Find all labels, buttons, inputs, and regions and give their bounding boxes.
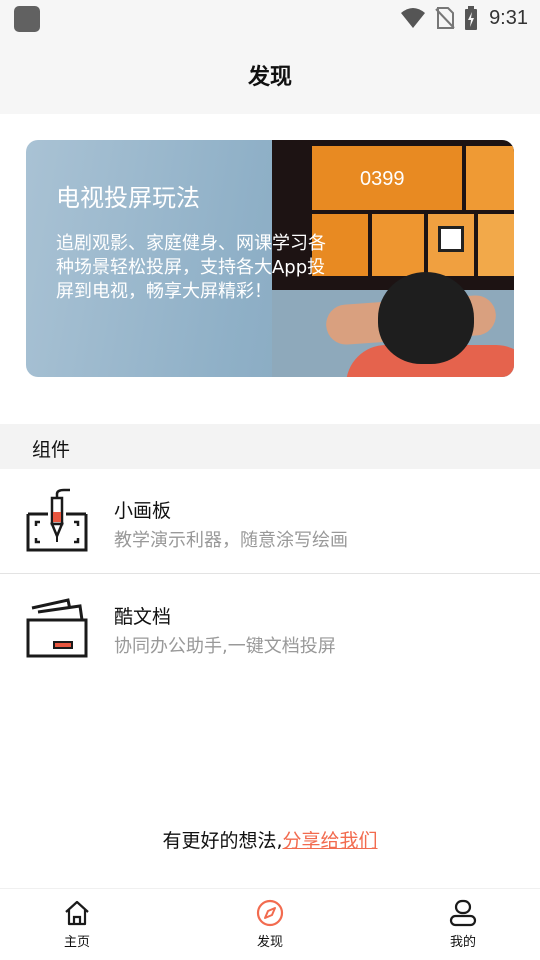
section-title: 组件: [32, 439, 71, 461]
home-icon: [65, 900, 89, 926]
tv-casting-banner[interactable]: 0399 电视投屏玩法 追剧观影、家庭健身、网课学习各种场景轻松投屏，支持各大A…: [26, 140, 514, 377]
banner-title: 电视投屏玩法: [56, 184, 200, 212]
app-notification-icon: [14, 6, 40, 32]
list-item-cool-docs[interactable]: 酷文档 协同办公助手,一键文档投屏: [0, 580, 540, 680]
item-subtitle: 协同办公助手,一键文档投屏: [114, 636, 336, 657]
banner-tv-code: 0399: [360, 168, 405, 190]
tab-label: 我的: [449, 935, 476, 950]
tab-home[interactable]: 主页: [37, 899, 117, 950]
document-folder-icon: [26, 598, 88, 658]
item-title: 酷文档: [114, 606, 172, 628]
banner-description: 追剧观影、家庭健身、网课学习各种场景轻松投屏，支持各大App投屏到电视，畅享大屏…: [56, 233, 326, 302]
status-time: 9:31: [489, 6, 528, 29]
tab-label: 主页: [63, 935, 90, 950]
status-icons: 9:31: [400, 4, 528, 32]
components-section-header: 组件: [0, 424, 540, 469]
user-icon: [449, 899, 477, 927]
item-title: 小画板: [114, 500, 172, 522]
item-subtitle: 教学演示利器，随意涂写绘画: [114, 530, 348, 551]
feedback-text: 有更好的想法,: [162, 830, 283, 852]
no-sim-icon: [435, 7, 455, 29]
sketchpad-icon: [26, 488, 88, 552]
wifi-icon: [401, 8, 426, 28]
list-item-sketchpad[interactable]: 小画板 教学演示利器，随意涂写绘画: [0, 474, 540, 574]
share-with-us-link[interactable]: 分享给我们: [283, 830, 378, 852]
page-title: 发现: [247, 65, 292, 90]
compass-icon: [256, 899, 284, 927]
bottom-tab-bar: 主页 发现 我的: [0, 888, 540, 960]
status-bar: 9:31: [0, 0, 540, 36]
banner-person-illustration: [378, 272, 474, 364]
battery-charging-icon: [465, 6, 478, 30]
tab-mine[interactable]: 我的: [423, 899, 503, 950]
title-bar: 发现: [0, 36, 540, 114]
tab-discover[interactable]: 发现: [230, 899, 310, 950]
feedback-prompt: 有更好的想法,分享给我们: [0, 826, 540, 853]
tab-label: 发现: [256, 935, 283, 950]
